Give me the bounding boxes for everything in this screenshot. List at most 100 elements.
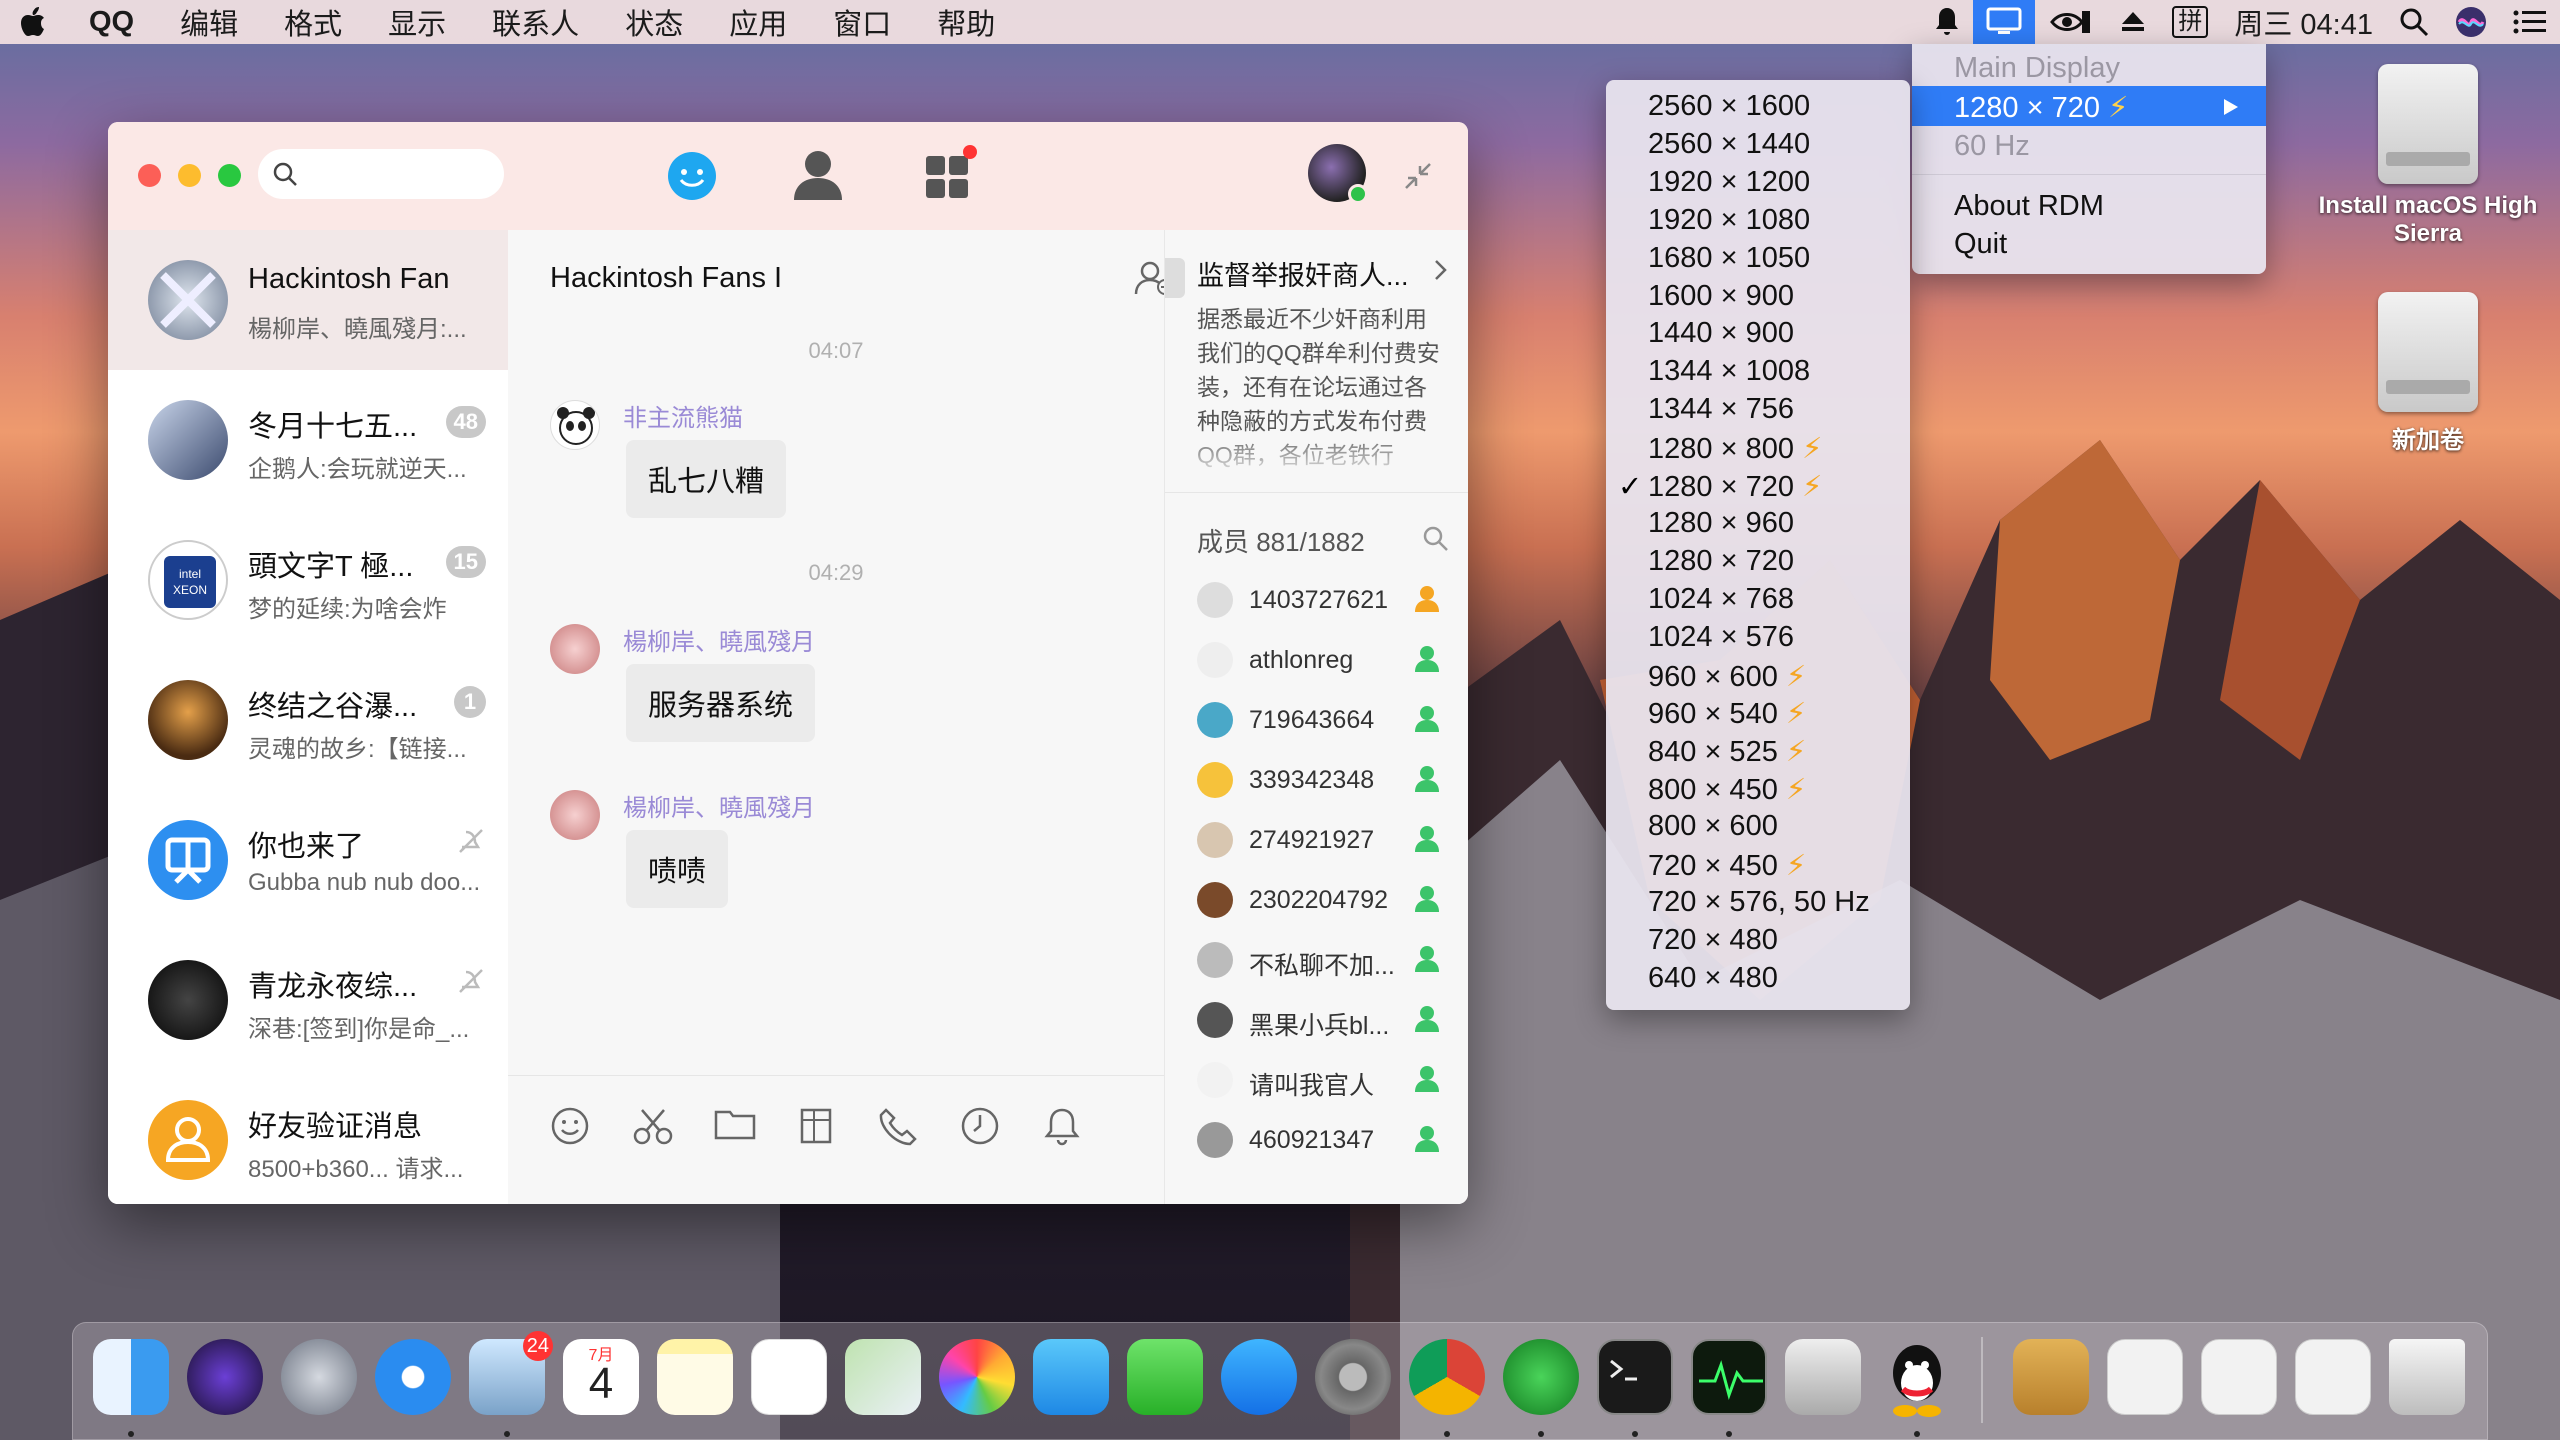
resolution-item[interactable]: 1600 × 900 <box>1648 280 1794 313</box>
conversation-item[interactable]: 终结之谷瀑... 灵魂的故乡:【链接... 1 <box>108 650 508 790</box>
notes-icon[interactable] <box>657 1339 733 1415</box>
resolution-item[interactable]: 1024 × 768 <box>1648 583 1794 616</box>
resolution-item[interactable]: 960 × 540 ⚡ <box>1648 696 1806 731</box>
resolution-item[interactable]: 960 × 600 ⚡ <box>1648 659 1806 694</box>
shake-window-icon[interactable] <box>796 1106 836 1146</box>
collapse-icon[interactable] <box>1402 160 1434 192</box>
member-search-icon[interactable] <box>1421 524 1449 552</box>
menu-status[interactable]: 状态 <box>602 1 706 43</box>
chrome-icon[interactable] <box>1409 1339 1485 1415</box>
resolution-item[interactable]: 720 × 450 ⚡ <box>1648 848 1806 883</box>
document-stack-icon[interactable] <box>2107 1339 2183 1415</box>
menu-clock[interactable]: 周三 04:41 <box>2221 0 2386 44</box>
zoom-button[interactable] <box>218 164 241 187</box>
resolution-item[interactable]: 1280 × 800 ⚡ <box>1648 431 1822 466</box>
activity-monitor-icon[interactable] <box>1691 1339 1767 1415</box>
utility-tool-icon[interactable] <box>1785 1339 1861 1415</box>
messages-icon[interactable] <box>1033 1339 1109 1415</box>
resolution-item[interactable]: 1024 × 576 <box>1648 621 1794 654</box>
minimize-button[interactable] <box>178 164 201 187</box>
sender-avatar[interactable] <box>550 400 600 450</box>
sender-avatar[interactable] <box>550 624 600 674</box>
resolution-item[interactable]: 840 × 525 ⚡ <box>1648 734 1806 769</box>
apple-menu-icon[interactable] <box>0 7 66 37</box>
panel-toggle-handle[interactable] <box>1165 258 1185 298</box>
resolution-item[interactable]: 1280 × 720 ⚡ <box>1648 469 1822 504</box>
member-row[interactable]: 274921927 <box>1165 810 1468 870</box>
search-input[interactable] <box>306 157 486 191</box>
conversation-item[interactable]: Hackintosh Fans I 楊柳岸、曉風殘月:... <box>108 230 508 370</box>
member-row[interactable]: 不私聊不加... <box>1165 930 1468 990</box>
notification-bell-icon[interactable] <box>1042 1106 1082 1146</box>
resolution-item[interactable]: 1440 × 900 <box>1648 317 1794 350</box>
member-row[interactable]: 719643664 <box>1165 690 1468 750</box>
member-row[interactable]: 2302204792 <box>1165 870 1468 930</box>
quit-item[interactable]: Quit <box>1954 228 2007 261</box>
menu-format[interactable]: 格式 <box>261 1 365 43</box>
volume-drive[interactable]: 新加卷 <box>2308 292 2548 455</box>
chevron-right-icon[interactable] <box>1433 258 1449 282</box>
messages-tab-icon[interactable] <box>666 150 718 202</box>
announcement-title[interactable]: 监督举报奸商人... <box>1197 254 1409 293</box>
message-bubble[interactable]: 啧啧 <box>626 830 729 908</box>
install-macos-drive[interactable]: Install macOS High Sierra <box>2308 64 2548 248</box>
menu-apps[interactable]: 应用 <box>706 1 810 43</box>
calendar-icon[interactable]: 7月 4 <box>563 1339 639 1415</box>
notification-bell-icon[interactable] <box>1921 0 1973 44</box>
safari-icon[interactable] <box>375 1339 451 1415</box>
reminders-icon[interactable] <box>751 1339 827 1415</box>
resolution-item[interactable]: 800 × 600 <box>1648 810 1778 843</box>
close-button[interactable] <box>138 164 161 187</box>
resolution-item[interactable]: 1680 × 1050 <box>1648 242 1810 275</box>
resolution-item[interactable]: 1280 × 720 <box>1648 545 1794 578</box>
resolution-item[interactable]: 800 × 450 ⚡ <box>1648 772 1806 807</box>
nvidia-icon[interactable] <box>2035 0 2107 44</box>
history-clock-icon[interactable] <box>960 1106 1000 1146</box>
maps-icon[interactable] <box>845 1339 921 1415</box>
emoji-icon[interactable] <box>550 1106 590 1146</box>
search-box[interactable] <box>258 149 504 199</box>
member-row[interactable]: 请叫我官人 <box>1165 1050 1468 1110</box>
resolution-item[interactable]: 1344 × 1008 <box>1648 355 1810 388</box>
sender-avatar[interactable] <box>550 790 600 840</box>
member-row[interactable]: 1403727621 <box>1165 570 1468 630</box>
member-row[interactable]: 339342348 <box>1165 750 1468 810</box>
rdm-display-icon[interactable] <box>1973 0 2036 44</box>
terminal-icon[interactable] <box>1597 1339 1673 1415</box>
message-bubble[interactable]: 服务器系统 <box>626 664 816 742</box>
siri-icon[interactable] <box>2442 0 2500 44</box>
resolution-item[interactable]: 720 × 480 <box>1648 924 1778 957</box>
photos-icon[interactable] <box>939 1339 1015 1415</box>
user-avatar[interactable] <box>1308 144 1368 204</box>
about-rdm-item[interactable]: About RDM <box>1954 190 2104 223</box>
message-bubble[interactable]: 乱七八糟 <box>626 440 787 518</box>
contacts-tab-icon[interactable] <box>792 148 844 202</box>
clover-configurator-icon[interactable] <box>1503 1339 1579 1415</box>
resolution-item[interactable]: 2560 × 1600 <box>1648 90 1810 123</box>
resolution-item[interactable]: 1920 × 1200 <box>1648 166 1810 199</box>
resolution-item[interactable]: 640 × 480 <box>1648 962 1778 995</box>
trash-icon[interactable] <box>2389 1339 2465 1415</box>
eject-icon[interactable] <box>2107 0 2159 44</box>
menu-edit[interactable]: 编辑 <box>157 1 261 43</box>
conversation-item[interactable]: intel XEON 頭文字T 極... 梦的延续:为啥会炸 15 <box>108 510 508 650</box>
document-stack-icon[interactable] <box>2201 1339 2277 1415</box>
menu-window[interactable]: 窗口 <box>810 1 914 43</box>
siri-app-icon[interactable] <box>187 1339 263 1415</box>
document-stack-icon[interactable] <box>2295 1339 2371 1415</box>
system-preferences-icon[interactable] <box>1315 1339 1391 1415</box>
member-row[interactable]: 460921347 <box>1165 1110 1468 1170</box>
resolution-item[interactable]: 1920 × 1080 <box>1648 204 1810 237</box>
conversation-item[interactable]: 好友验证消息 8500+b360... 请求... <box>108 1070 508 1204</box>
conversation-item[interactable]: 青龙永夜综... 深巷:[签到]你是命_... <box>108 930 508 1070</box>
send-file-icon[interactable] <box>714 1106 756 1142</box>
notification-center-icon[interactable] <box>2500 0 2560 44</box>
spotlight-search-icon[interactable] <box>2386 0 2442 44</box>
package-icon[interactable] <box>2013 1339 2089 1415</box>
launchpad-icon[interactable] <box>281 1339 357 1415</box>
app-store-icon[interactable] <box>1221 1339 1297 1415</box>
conversation-item[interactable]: 你也来了 Gubba nub nub doo... <box>108 790 508 930</box>
menu-help[interactable]: 帮助 <box>914 1 1018 43</box>
resolution-item[interactable]: 1280 × 960 <box>1648 507 1794 540</box>
member-row[interactable]: athlonreg <box>1165 630 1468 690</box>
